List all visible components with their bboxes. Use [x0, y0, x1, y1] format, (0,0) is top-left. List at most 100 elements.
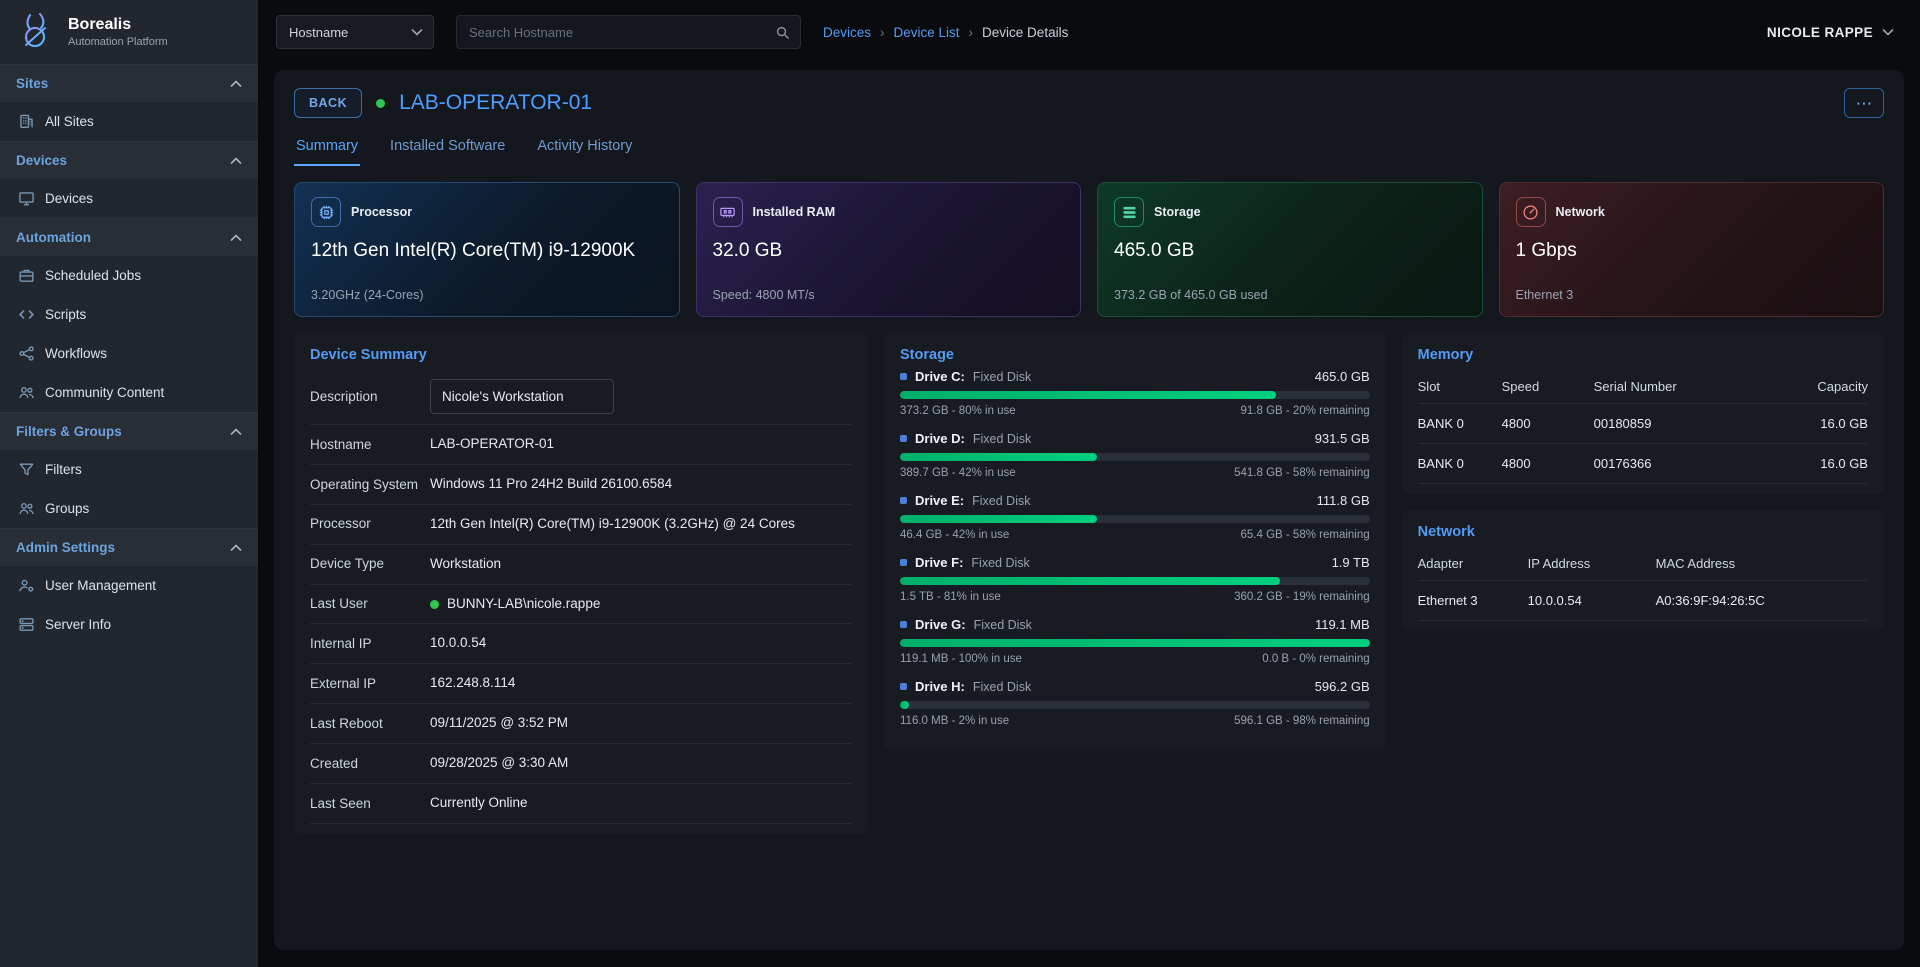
memory-serial: 00180859 [1594, 416, 1792, 431]
hostname-filter-dropdown[interactable]: Hostname [276, 15, 434, 49]
brand-name: Borealis [68, 16, 168, 34]
chevron-up-icon [230, 234, 242, 242]
memory-slot: BANK 0 [1418, 456, 1502, 471]
card-value: 12th Gen Intel(R) Core(TM) i9-12900K [311, 240, 663, 262]
back-button[interactable]: BACK [294, 88, 362, 118]
sidebar-item-label: Scheduled Jobs [45, 268, 141, 283]
building-icon [18, 113, 35, 130]
sidebar-item-groups[interactable]: Groups [0, 489, 258, 528]
sidebar-item-scheduled-jobs[interactable]: Scheduled Jobs [0, 256, 258, 295]
sidebar-section-label: Devices [16, 153, 67, 168]
chevron-up-icon [230, 544, 242, 552]
row-label: Operating System [310, 476, 430, 494]
memory-panel: Memory Slot Speed Serial Number Capacity… [1402, 333, 1884, 494]
row-label: Description [310, 388, 430, 406]
drive-used: 373.2 GB - 80% in use [900, 405, 1016, 417]
summary-row-last-reboot: Last Reboot 09/11/2025 @ 3:52 PM [310, 704, 852, 744]
drive-usage-bar [900, 515, 1370, 523]
drive-bullet-icon [900, 373, 907, 380]
sidebar: Borealis Automation Platform Sites All S… [0, 0, 258, 967]
drive-remaining: 65.4 GB - 58% remaining [1241, 529, 1370, 541]
code-icon [18, 306, 35, 323]
chevron-up-icon [230, 80, 242, 88]
drive-bullet-icon [900, 435, 907, 442]
sidebar-item-filters[interactable]: Filters [0, 450, 258, 489]
memory-speed: 4800 [1502, 456, 1594, 471]
table-row: BANK 0 4800 00180859 16.0 GB [1418, 404, 1868, 444]
storage-stack-icon [1114, 197, 1144, 227]
sidebar-item-community-content[interactable]: Community Content [0, 373, 258, 412]
description-input[interactable] [430, 379, 614, 414]
chevron-up-icon [230, 428, 242, 436]
drive-usage-fill [900, 453, 1097, 461]
card-value: 32.0 GB [713, 240, 1065, 262]
memory-speed: 4800 [1502, 416, 1594, 431]
tab-bar: Summary Installed Software Activity Hist… [294, 130, 1884, 166]
brand-subtitle: Automation Platform [68, 36, 168, 48]
network-table-header: Adapter IP Address MAC Address [1418, 546, 1868, 581]
breadcrumb-device-list[interactable]: Device List [894, 25, 960, 40]
drive-remaining: 541.8 GB - 58% remaining [1234, 467, 1370, 479]
row-label: Last Seen [310, 795, 430, 813]
drive-size: 1.9 TB [1332, 555, 1370, 570]
main-area: Hostname Devices › Device List › Device … [258, 0, 1920, 967]
drive-remaining: 596.1 GB - 98% remaining [1234, 715, 1370, 727]
summary-row-operating-system: Operating System Windows 11 Pro 24H2 Bui… [310, 465, 852, 505]
drive-name: Drive H: [915, 679, 965, 694]
sidebar-item-label: Community Content [45, 385, 164, 400]
column-header: Serial Number [1594, 379, 1792, 394]
tab-summary[interactable]: Summary [294, 130, 360, 166]
breadcrumb-separator: › [969, 25, 974, 40]
drive-used: 116.0 MB - 2% in use [900, 715, 1009, 727]
tab-installed-software[interactable]: Installed Software [388, 130, 507, 166]
more-options-button[interactable]: ⋯ [1844, 88, 1884, 118]
drive-name: Drive C: [915, 369, 965, 384]
card-subtext: Speed: 4800 MT/s [713, 288, 1065, 302]
drive-usage-fill [900, 701, 909, 709]
memory-capacity: 16.0 GB [1792, 416, 1868, 431]
drive-size: 119.1 MB [1315, 617, 1370, 632]
drive-bullet-icon [900, 559, 907, 566]
drive-remaining: 91.8 GB - 20% remaining [1241, 405, 1370, 417]
sidebar-item-devices[interactable]: Devices [0, 179, 258, 218]
sidebar-item-server-info[interactable]: Server Info [0, 605, 258, 644]
online-status-dot [430, 600, 439, 609]
user-gear-icon [18, 577, 35, 594]
app-root: Borealis Automation Platform Sites All S… [0, 0, 1920, 967]
drive-type: Fixed Disk [972, 494, 1030, 508]
card-label: Installed RAM [753, 205, 836, 219]
drive-size: 111.8 GB [1317, 493, 1370, 508]
tab-activity-history[interactable]: Activity History [535, 130, 634, 166]
network-gauge-icon [1516, 197, 1546, 227]
sidebar-section-filters-groups[interactable]: Filters & Groups [0, 412, 258, 450]
network-panel: Network Adapter IP Address MAC Address E… [1402, 510, 1884, 631]
online-status-dot [376, 99, 385, 108]
drive-name: Drive E: [915, 493, 964, 508]
device-details-panel: BACK LAB-OPERATOR-01 ⋯ Summary Installed… [274, 70, 1904, 950]
sidebar-section-label: Sites [16, 76, 48, 91]
network-title: Network [1418, 524, 1868, 540]
sidebar-item-user-management[interactable]: User Management [0, 566, 258, 605]
sidebar-item-all-sites[interactable]: All Sites [0, 102, 258, 141]
sidebar-item-label: Scripts [45, 307, 86, 322]
row-label: Device Type [310, 555, 430, 573]
chevron-down-icon [411, 28, 423, 36]
sidebar-section-automation[interactable]: Automation [0, 218, 258, 256]
column-header: Slot [1418, 379, 1502, 394]
sidebar-section-sites[interactable]: Sites [0, 64, 258, 102]
sidebar-item-scripts[interactable]: Scripts [0, 295, 258, 334]
row-value: Currently Online [430, 794, 528, 813]
sidebar-section-admin-settings[interactable]: Admin Settings [0, 528, 258, 566]
card-label: Storage [1154, 205, 1201, 219]
sidebar-item-workflows[interactable]: Workflows [0, 334, 258, 373]
card-label: Network [1556, 205, 1605, 219]
drive-usage-fill [900, 639, 1370, 647]
drive-bullet-icon [900, 683, 907, 690]
sidebar-section-devices[interactable]: Devices [0, 141, 258, 179]
breadcrumb-devices[interactable]: Devices [823, 25, 871, 40]
summary-row-processor: Processor 12th Gen Intel(R) Core(TM) i9-… [310, 505, 852, 545]
user-menu[interactable]: NICOLE RAPPE [1767, 25, 1894, 40]
hostname-filter-value: Hostname [289, 25, 348, 40]
search-input[interactable] [469, 25, 775, 40]
chevron-down-icon [1882, 28, 1894, 36]
